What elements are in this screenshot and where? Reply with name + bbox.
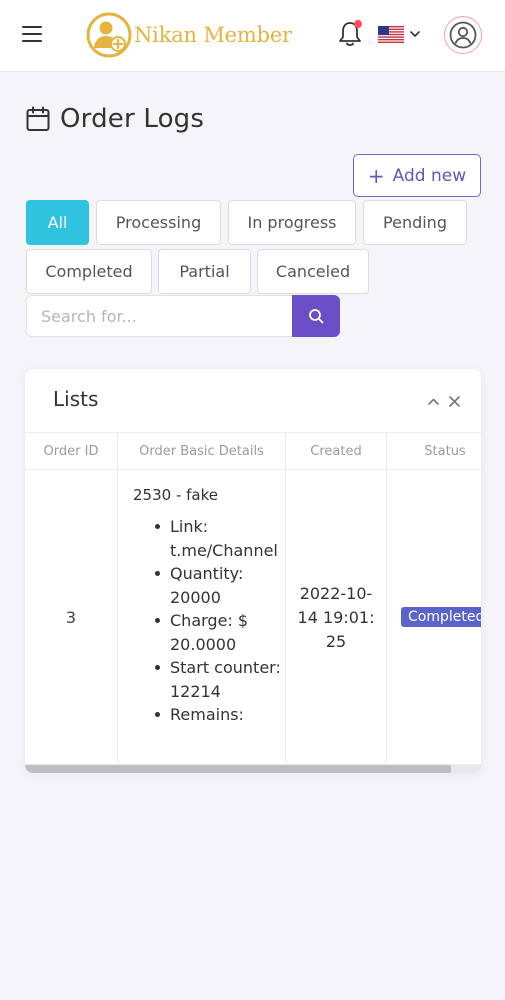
order-details-cell: 2530 - fake Link: t.me/Channel Quantity:… (118, 470, 286, 765)
collapse-icon[interactable] (427, 393, 440, 406)
scrollbar-thumb[interactable] (25, 765, 451, 773)
lists-card: Lists Order ID Order Basic Details Creat… (25, 369, 481, 773)
search-button[interactable] (292, 295, 340, 337)
filter-processing[interactable]: Processing (96, 200, 221, 245)
filter-canceled[interactable]: Canceled (257, 249, 369, 294)
filter-completed[interactable]: Completed (26, 249, 152, 294)
top-navbar: Nikan Member (0, 0, 505, 72)
order-id: 3 (65, 608, 77, 627)
calendar-icon (26, 106, 50, 131)
card-tools (427, 393, 461, 407)
page-title: Order Logs (26, 102, 204, 136)
created-datetime: 2022-10-14 19:01:25 (297, 583, 375, 651)
card-title: Lists (53, 387, 99, 411)
add-new-label: Add new (392, 165, 467, 186)
notification-dot (354, 20, 362, 28)
chevron-down-icon[interactable] (410, 30, 420, 38)
us-flag-icon[interactable] (378, 26, 404, 43)
close-icon[interactable] (448, 393, 461, 407)
column-created[interactable]: Created (286, 433, 387, 470)
table-header: Order ID Order Basic Details Created Sta… (25, 432, 481, 470)
brand-logo (86, 12, 132, 58)
detail-start-counter: Start counter: 12214 (133, 656, 283, 703)
filter-all[interactable]: All (26, 200, 89, 245)
detail-link: Link: t.me/Channel (133, 515, 283, 562)
brand[interactable]: Nikan Member (86, 12, 292, 58)
profile-avatar[interactable] (444, 16, 482, 54)
column-status[interactable]: Status (387, 433, 481, 470)
created-cell: 2022-10-14 19:01:25 (286, 470, 387, 765)
search-icon (309, 309, 324, 324)
horizontal-scrollbar[interactable] (25, 765, 481, 773)
order-id-cell: 3 (25, 470, 118, 765)
user-circle-icon (449, 21, 477, 49)
search-input[interactable] (26, 295, 292, 337)
detail-remains: Remains: (133, 703, 283, 727)
column-order-id[interactable]: Order ID (25, 433, 118, 470)
filter-pending[interactable]: Pending (363, 200, 467, 245)
table-row[interactable]: 3 2530 - fake Link: t.me/Channel Quantit… (25, 470, 481, 765)
add-new-button[interactable]: + Add new (353, 154, 481, 197)
detail-quantity: Quantity: 20000 (133, 562, 283, 609)
page-title-text: Order Logs (60, 104, 205, 134)
filter-partial[interactable]: Partial (158, 249, 251, 294)
status-badge: Completed (401, 607, 481, 627)
order-detail-title: 2530 - fake (133, 486, 218, 504)
column-order-basic-details[interactable]: Order Basic Details (118, 433, 286, 470)
status-cell: Completed (387, 470, 481, 765)
hamburger-menu-icon[interactable] (22, 26, 42, 42)
brand-name: Nikan Member (134, 23, 292, 47)
detail-charge: Charge: $ 20.0000 (133, 609, 283, 656)
filter-in-progress[interactable]: In progress (228, 200, 356, 245)
plus-icon: + (367, 163, 385, 188)
order-detail-list: Link: t.me/Channel Quantity: 20000 Charg… (133, 515, 283, 727)
